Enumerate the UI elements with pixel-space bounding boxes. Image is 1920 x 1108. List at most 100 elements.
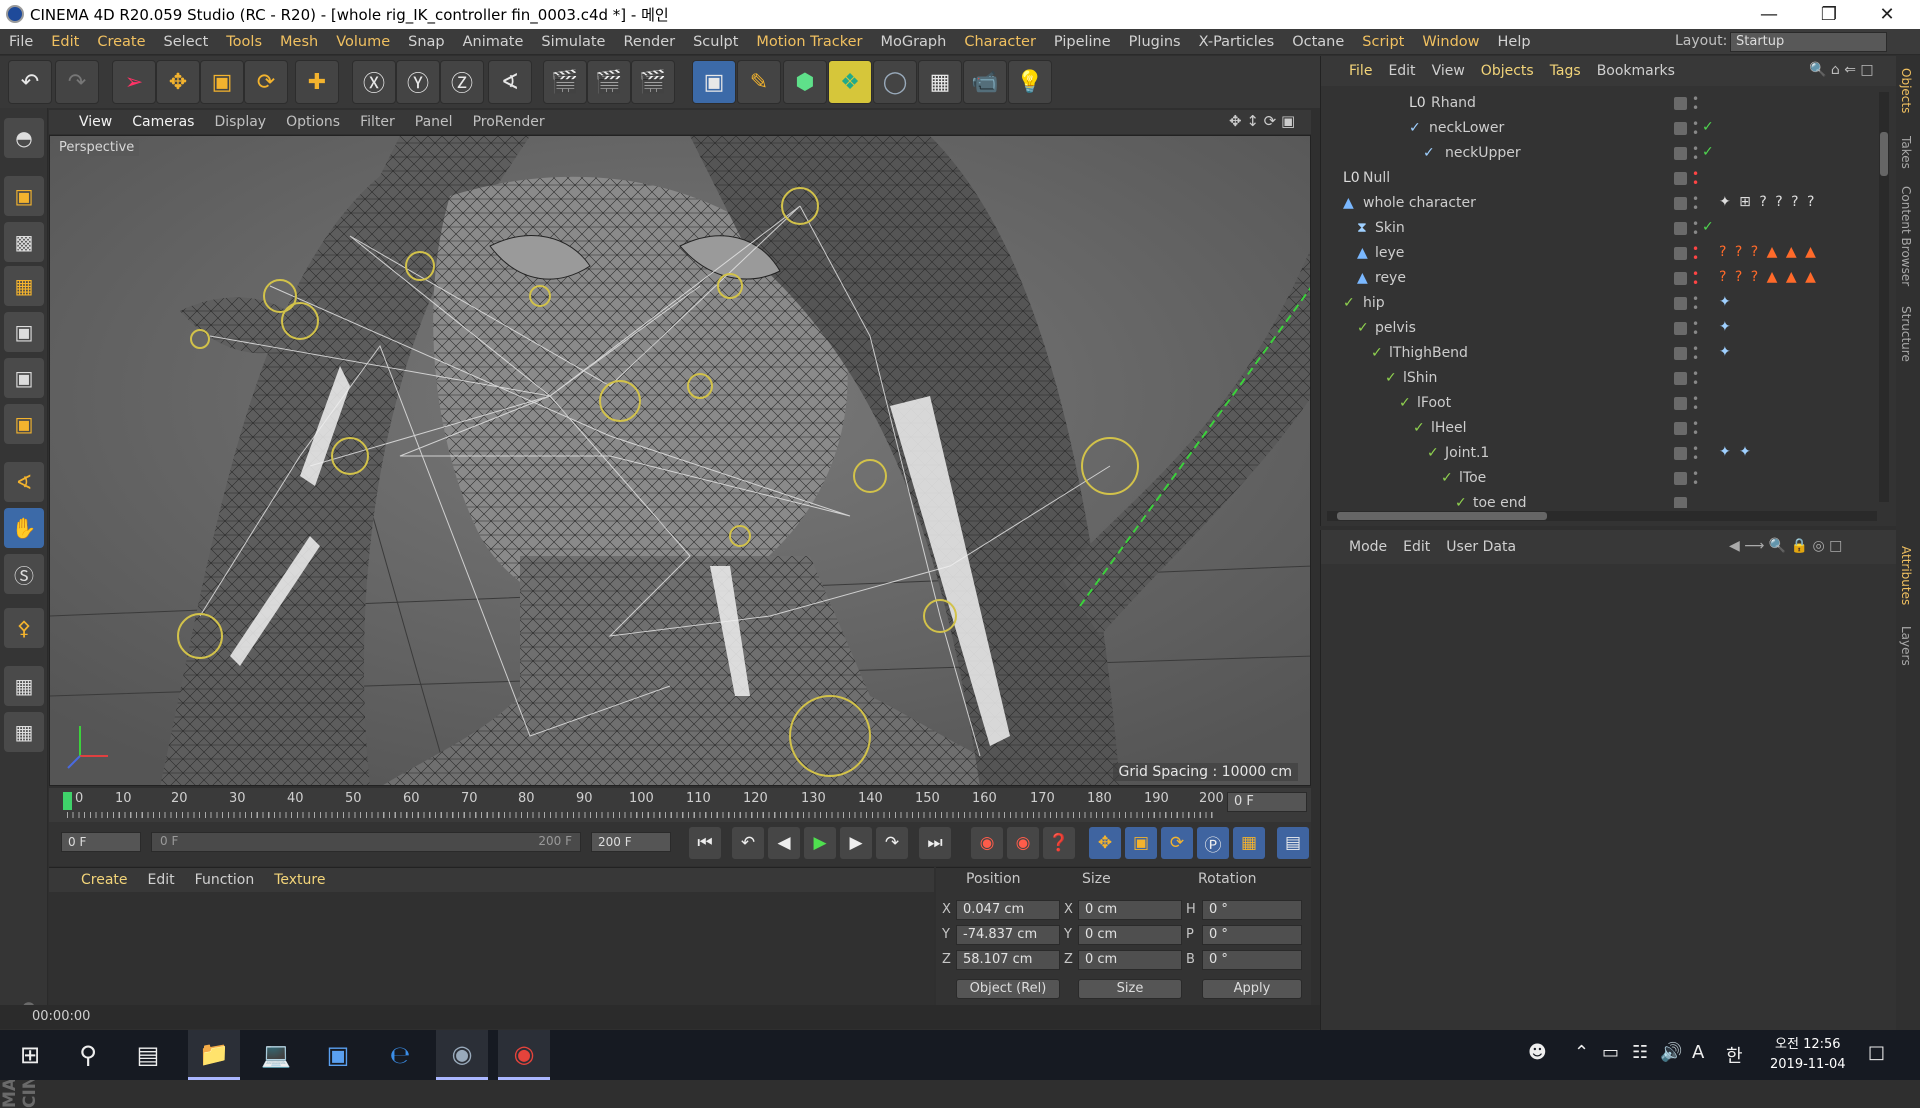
close-icon[interactable]: ✕	[1858, 0, 1916, 29]
record-rotation-icon[interactable]: ⟳	[1161, 827, 1193, 859]
render-dots[interactable]: • •	[1692, 343, 1699, 364]
end-frame-field[interactable]: 200 F	[591, 832, 671, 852]
menu-x-particles[interactable]: X-Particles	[1190, 34, 1284, 50]
next-frame-icon[interactable]: ▶	[840, 827, 872, 859]
next-key-icon[interactable]: ↷	[876, 827, 908, 859]
object-row-null[interactable]: L0 Null • •	[1321, 167, 1877, 192]
visibility-toggle[interactable]	[1674, 322, 1687, 335]
object-horizontal-scrollbar[interactable]	[1327, 511, 1877, 521]
chrome-icon[interactable]: ◉	[498, 1030, 550, 1080]
menu-simulate[interactable]: Simulate	[532, 34, 614, 50]
object-tags[interactable]: ? ? ? ▲ ▲ ▲	[1719, 269, 1818, 285]
recent-tools-icon[interactable]: ✚	[295, 60, 339, 104]
object-row-ltoe[interactable]: ✓ lToe • •	[1321, 467, 1877, 492]
coordinate-system-icon[interactable]: ∢	[488, 60, 532, 104]
tray-chevron-icon[interactable]: ⌃	[1574, 1042, 1589, 1063]
object-row-reye[interactable]: ▲ reye • • ? ? ? ▲ ▲ ▲	[1321, 267, 1877, 292]
tab-structure[interactable]: Structure	[1899, 306, 1913, 362]
menu-create[interactable]: Create	[88, 34, 154, 50]
search-icon[interactable]: ⚲	[62, 1030, 114, 1080]
size-x-field[interactable]: 0 cm	[1078, 900, 1182, 920]
record-keys-icon[interactable]: ◉	[971, 827, 1003, 859]
enabled-check-icon[interactable]: ✓	[1702, 219, 1714, 235]
record-position-icon[interactable]: ✥	[1089, 827, 1121, 859]
make-editable-icon[interactable]: ◓	[4, 118, 44, 158]
file-explorer-icon[interactable]: 📁	[188, 1030, 240, 1080]
menu-mesh[interactable]: Mesh	[271, 34, 327, 50]
autokey-icon[interactable]: ◉	[1007, 827, 1039, 859]
record-parameter-icon[interactable]: Ⓟ	[1197, 827, 1229, 859]
object-row-pelvis[interactable]: ✓ pelvis • • ✦	[1321, 317, 1877, 342]
menu-file[interactable]: File	[0, 34, 42, 50]
visibility-toggle[interactable]	[1674, 297, 1687, 310]
attributes-menu-user-data[interactable]: User Data	[1438, 539, 1524, 555]
cube-icon[interactable]: ▣	[692, 60, 736, 104]
visibility-toggle[interactable]	[1674, 197, 1687, 210]
layout-select[interactable]: Startup	[1730, 32, 1887, 52]
notifications-icon[interactable]: □	[1868, 1042, 1885, 1063]
object-row-skin[interactable]: ⧗ Skin • • ✓	[1321, 217, 1877, 242]
timeline-playhead[interactable]	[63, 792, 72, 810]
material-menu-function[interactable]: Function	[185, 872, 265, 888]
viewport-navigation-icons[interactable]: ✥ ↕ ⟳ ▣	[1229, 112, 1295, 130]
timeline-window-icon[interactable]: ▤	[1277, 827, 1309, 859]
tab-objects[interactable]: Objects	[1899, 68, 1913, 113]
menu-sculpt[interactable]: Sculpt	[684, 34, 747, 50]
render-dots[interactable]: • •	[1692, 293, 1699, 314]
visibility-toggle[interactable]	[1674, 447, 1687, 460]
render-dots[interactable]: • •	[1692, 468, 1699, 489]
render-dots[interactable]: • •	[1692, 318, 1699, 339]
menu-motion-tracker[interactable]: Motion Tracker	[747, 34, 871, 50]
object-row-rhand[interactable]: L0 Rhand • •	[1321, 92, 1877, 117]
current-frame-field[interactable]: 0 F	[1227, 792, 1307, 812]
object-row-joint1[interactable]: ✓ Joint.1 • • ✦ ✦	[1321, 442, 1877, 467]
render-picture-viewer-icon[interactable]: 🎬	[587, 60, 631, 104]
menu-mograph[interactable]: MoGraph	[871, 34, 955, 50]
object-row-hip[interactable]: ✓ hip • • ✦	[1321, 292, 1877, 317]
go-to-end-icon[interactable]: ⏭	[919, 827, 951, 859]
menu-script[interactable]: Script	[1353, 34, 1413, 50]
visibility-toggle[interactable]	[1674, 422, 1687, 435]
material-menu-edit[interactable]: Edit	[138, 872, 185, 888]
menu-render[interactable]: Render	[614, 34, 684, 50]
light-icon[interactable]: 💡	[1008, 60, 1052, 104]
visibility-toggle[interactable]	[1674, 222, 1687, 235]
viewport-menu-cameras[interactable]: Cameras	[122, 114, 204, 130]
cloner-icon[interactable]: ❖	[828, 60, 872, 104]
object-row-lshin[interactable]: ✓ lShin • •	[1321, 367, 1877, 392]
menu-select[interactable]: Select	[155, 34, 218, 50]
network-app-icon[interactable]: 💻	[250, 1030, 302, 1080]
live-selection-icon[interactable]: ➢	[112, 60, 156, 104]
menu-edit[interactable]: Edit	[42, 34, 88, 50]
pos-z-field[interactable]: 58.107 cm	[956, 950, 1060, 970]
ime-indicator[interactable]: A	[1692, 1042, 1704, 1063]
render-dots[interactable]: • •	[1692, 443, 1699, 464]
object-row-whole-character[interactable]: ▲ whole character • • ✦ ⊞ ? ? ? ?	[1321, 192, 1877, 217]
rotate-icon[interactable]: ⟳	[244, 60, 288, 104]
tab-layers[interactable]: Layers	[1899, 626, 1913, 666]
objects-menu-bookmarks[interactable]: Bookmarks	[1589, 63, 1683, 79]
menu-character[interactable]: Character	[955, 34, 1045, 50]
language-indicator[interactable]: 한	[1726, 1042, 1743, 1068]
viewport-menu-panel[interactable]: Panel	[405, 114, 463, 130]
render-dots[interactable]: • •	[1692, 368, 1699, 389]
object-tags[interactable]: ✦	[1719, 294, 1733, 310]
pen-icon[interactable]: ✎	[737, 60, 781, 104]
visibility-toggle[interactable]	[1674, 347, 1687, 360]
render-dots[interactable]: • •	[1692, 168, 1699, 189]
keyframe-selection-icon[interactable]: ❓	[1043, 827, 1075, 859]
rot-p-field[interactable]: 0 °	[1202, 925, 1302, 945]
y-axis-icon[interactable]: Ⓨ	[396, 60, 440, 104]
material-menu-texture[interactable]: Texture	[264, 872, 335, 888]
objects-menu-tags[interactable]: Tags	[1542, 63, 1589, 79]
people-icon[interactable]: ☻	[1528, 1042, 1547, 1063]
visibility-toggle[interactable]	[1674, 397, 1687, 410]
start-frame-field[interactable]: 0 F	[61, 832, 141, 852]
viewport-menu-filter[interactable]: Filter	[350, 114, 405, 130]
battery-icon[interactable]: ▭	[1602, 1042, 1619, 1063]
polygons-mode-icon[interactable]: ▣	[4, 404, 44, 444]
workplane-mode-icon[interactable]: ▦	[4, 266, 44, 306]
objects-menu-edit[interactable]: Edit	[1380, 63, 1423, 79]
visibility-toggle[interactable]	[1674, 122, 1687, 135]
viewport-menu-prorender[interactable]: ProRender	[463, 114, 555, 130]
